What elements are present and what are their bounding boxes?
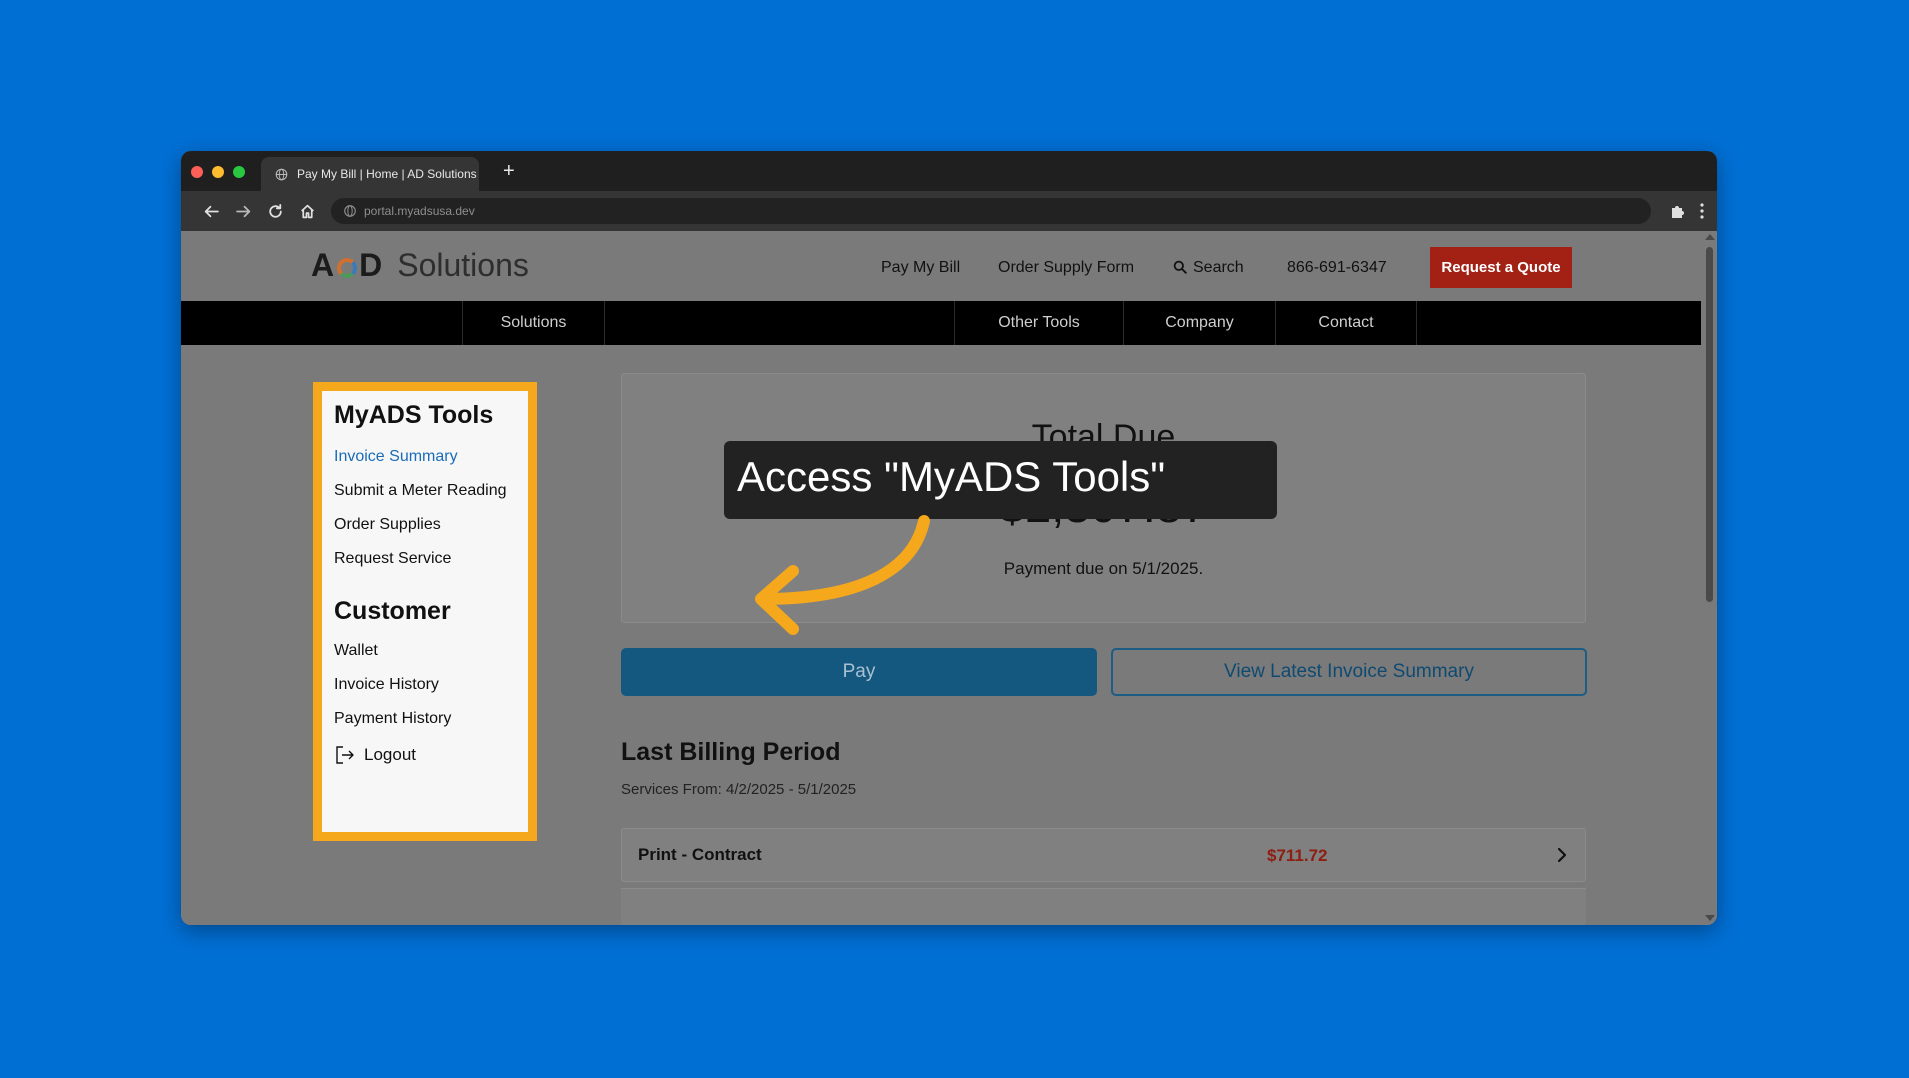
sidebar-item-wallet[interactable]: Wallet [334,642,528,660]
sidebar-item-payment-history[interactable]: Payment History [334,710,528,728]
view-latest-invoice-button[interactable]: View Latest Invoice Summary [1111,648,1587,696]
browser-tab[interactable]: Pay My Bill | Home | AD Solutions [261,157,479,191]
new-tab-button[interactable]: + [503,161,515,181]
order-supply-form-link[interactable]: Order Supply Form [998,259,1134,277]
phone-number-link[interactable]: 866-691-6347 [1287,259,1387,277]
minimize-window-button[interactable] [212,166,224,178]
site-info-icon[interactable] [343,204,357,218]
billing-line-next[interactable] [621,888,1586,925]
url-text: portal.myadsusa.dev [364,204,475,218]
globe-icon [275,168,288,180]
nav-item-company[interactable]: Company [1123,301,1275,345]
tab-title: Pay My Bill | Home | AD Solutions [297,167,477,181]
tools-heading: MyADS Tools [334,401,494,429]
search-label: Search [1193,259,1244,276]
page-scrollbar[interactable] [1701,231,1717,925]
ads-logo[interactable]: AD Solutions [311,247,529,284]
scroll-down-arrow-icon[interactable] [1705,915,1715,921]
logo-word: Solutions [397,247,529,283]
maximize-window-button[interactable] [233,166,245,178]
scroll-up-arrow-icon[interactable] [1705,234,1715,240]
customer-heading: Customer [334,597,451,625]
callout-text: Access "MyADS Tools" [737,453,1166,500]
tutorial-callout: Access "MyADS Tools" [724,441,1277,519]
nav-item-blank[interactable] [604,301,734,345]
close-window-button[interactable] [191,166,203,178]
reload-icon[interactable] [267,203,284,220]
services-date-range: Services From: 4/2/2025 - 5/1/2025 [621,781,857,798]
browser-window: Pay My Bill | Home | AD Solutions + port… [181,151,1717,925]
sidebar-item-order-supplies[interactable]: Order Supplies [334,516,528,534]
sidebar-item-request-service[interactable]: Request Service [334,550,528,568]
line-label: Print - Contract [638,845,762,864]
chevron-right-icon [1557,847,1567,863]
request-quote-button[interactable]: Request a Quote [1430,247,1572,288]
search-icon [1173,260,1187,274]
sidebar-item-submit-meter-reading[interactable]: Submit a Meter Reading [334,482,528,500]
tab-strip: Pay My Bill | Home | AD Solutions + [181,151,1717,191]
nav-item-contact[interactable]: Contact [1275,301,1417,345]
search-link[interactable]: Search [1173,259,1244,277]
home-icon[interactable] [299,203,316,220]
logo-ring-icon [337,258,358,278]
nav-item-other-tools[interactable]: Other Tools [954,301,1123,345]
sidebar-item-invoice-history[interactable]: Invoice History [334,676,528,694]
myads-tools-sidebar: MyADS Tools Invoice Summary Submit a Met… [313,382,537,841]
billing-line-print-contract[interactable]: Print - Contract $711.72 [621,828,1586,882]
extensions-puzzle-icon[interactable] [1669,202,1687,220]
forward-icon[interactable] [235,203,252,220]
logout-link[interactable]: Logout [334,744,528,766]
logout-label: Logout [364,745,416,764]
nav-item-solutions[interactable]: Solutions [462,301,604,345]
curved-arrow-icon [755,515,930,635]
line-amount: $711.72 [1267,846,1328,865]
back-icon[interactable] [203,203,220,220]
pay-my-bill-link[interactable]: Pay My Bill [881,259,960,277]
logout-icon [336,746,354,764]
browser-toolbar: portal.myadsusa.dev [181,191,1717,231]
logo-mark: AD [311,247,384,283]
browser-menu-icon[interactable] [1699,202,1705,220]
address-bar[interactable]: portal.myadsusa.dev [331,198,1651,224]
billing-period-title: Last Billing Period [621,738,841,766]
sidebar-item-invoice-summary[interactable]: Invoice Summary [334,448,528,466]
main-navigation: Solutions Other Tools Company Contact [181,301,1701,345]
scrollbar-thumb[interactable] [1706,247,1713,602]
